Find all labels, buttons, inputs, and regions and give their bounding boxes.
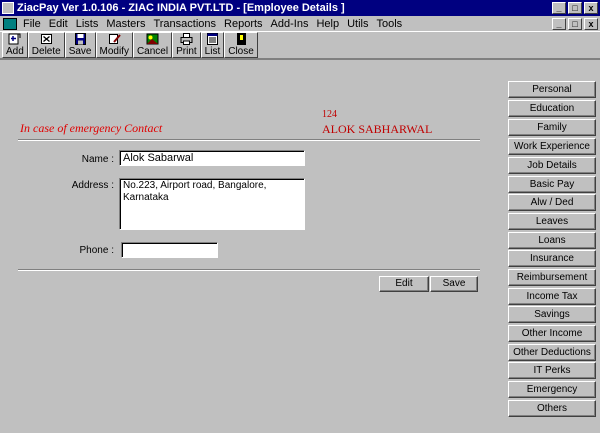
delete-icon <box>40 34 52 44</box>
toolbar: Add Delete Save Modify Cancel Print List… <box>0 31 600 59</box>
employee-name: ALOK SABHARWAL <box>322 122 433 136</box>
doc-minimize-button[interactable]: _ <box>552 17 566 30</box>
save-toolbar-button[interactable]: Save <box>64 32 96 58</box>
save-icon <box>74 33 86 45</box>
cancel-button[interactable]: Cancel <box>132 32 173 58</box>
name-field[interactable]: Alok Sabarwal <box>119 150 305 166</box>
list-button[interactable]: List <box>200 32 225 58</box>
section-heading: In case of emergency Contact <box>20 121 163 135</box>
sidebar-item-other-deductions[interactable]: Other Deductions <box>508 344 596 361</box>
address-field[interactable]: No.223, Airport road, Bangalore, Karnata… <box>119 178 305 230</box>
sidebar-item-insurance[interactable]: Insurance <box>508 250 596 267</box>
name-label: Name : <box>81 154 114 165</box>
doc-close-button[interactable]: x <box>584 17 598 30</box>
add-icon <box>8 33 21 45</box>
sidebar-item-basic-pay[interactable]: Basic Pay <box>508 176 596 193</box>
title-bar: ZiacPay Ver 1.0.106 - ZIAC INDIA PVT.LTD… <box>0 0 600 16</box>
list-label: List <box>204 46 221 57</box>
menu-masters[interactable]: Masters <box>102 18 149 30</box>
menu-lists[interactable]: Lists <box>72 18 103 30</box>
menu-utils[interactable]: Utils <box>343 18 372 30</box>
menu-tools[interactable]: Tools <box>372 18 406 30</box>
sidebar-item-family[interactable]: Family <box>508 119 596 136</box>
phone-field[interactable] <box>121 242 218 258</box>
phone-label: Phone : <box>79 245 114 256</box>
sidebar-item-personal[interactable]: Personal <box>508 81 596 98</box>
address-label: Address : <box>71 180 114 191</box>
delete-button[interactable]: Delete <box>27 32 65 58</box>
header-divider <box>18 139 480 141</box>
form-divider <box>18 269 480 271</box>
menu-bar: File Edit Lists Masters Transactions Rep… <box>0 16 600 31</box>
delete-label: Delete <box>31 46 61 57</box>
print-icon <box>180 33 193 45</box>
sidebar-item-work-experience[interactable]: Work Experience <box>508 138 596 155</box>
save-button[interactable]: Save <box>430 276 478 292</box>
save-toolbar-label: Save <box>68 46 92 57</box>
sidebar-item-others[interactable]: Others <box>508 400 596 417</box>
cancel-icon <box>146 33 159 45</box>
app-icon <box>2 2 14 14</box>
doc-restore-button[interactable]: □ <box>568 17 582 30</box>
close-button[interactable]: Close <box>224 32 258 58</box>
employee-code: 124 <box>322 109 337 120</box>
close-icon <box>236 33 246 45</box>
modify-icon <box>108 34 121 44</box>
sidebar-item-emergency[interactable]: Emergency <box>508 381 596 398</box>
close-window-button[interactable]: x <box>584 2 598 14</box>
minimize-button[interactable]: _ <box>552 2 566 14</box>
window-title: ZiacPay Ver 1.0.106 - ZIAC INDIA PVT.LTD… <box>17 2 345 14</box>
sidebar-item-it-perks[interactable]: IT Perks <box>508 362 596 379</box>
add-button[interactable]: Add <box>2 32 28 58</box>
sidebar-item-job-details[interactable]: Job Details <box>508 157 596 174</box>
menu-edit[interactable]: Edit <box>45 18 72 30</box>
sidebar-item-reimbursement[interactable]: Reimbursement <box>508 269 596 286</box>
sidebar-item-alw-ded[interactable]: Alw / Ded <box>508 194 596 211</box>
close-label: Close <box>228 46 254 57</box>
sidebar-item-savings[interactable]: Savings <box>508 306 596 323</box>
edit-button[interactable]: Edit <box>379 276 429 292</box>
menu-file[interactable]: File <box>19 18 45 30</box>
add-label: Add <box>6 46 24 57</box>
sidebar-item-loans[interactable]: Loans <box>508 232 596 249</box>
menu-transactions[interactable]: Transactions <box>149 18 220 30</box>
sidebar-item-leaves[interactable]: Leaves <box>508 213 596 230</box>
maximize-button[interactable]: □ <box>568 2 582 14</box>
list-icon <box>206 33 218 45</box>
menu-add-ins[interactable]: Add-Ins <box>267 18 313 30</box>
modify-label: Modify <box>99 46 129 57</box>
menu-reports[interactable]: Reports <box>220 18 267 30</box>
menu-help[interactable]: Help <box>312 18 343 30</box>
window-controls: _ □ x <box>550 2 598 14</box>
sidebar-item-income-tax[interactable]: Income Tax <box>508 288 596 305</box>
document-icon[interactable] <box>3 17 17 30</box>
document-window-controls: _ □ x <box>550 17 598 30</box>
cancel-label: Cancel <box>136 46 169 57</box>
sidebar-item-education[interactable]: Education <box>508 100 596 117</box>
sidebar-item-other-income[interactable]: Other Income <box>508 325 596 342</box>
print-label: Print <box>176 46 197 57</box>
modify-button[interactable]: Modify <box>95 32 133 58</box>
print-button[interactable]: Print <box>172 32 201 58</box>
